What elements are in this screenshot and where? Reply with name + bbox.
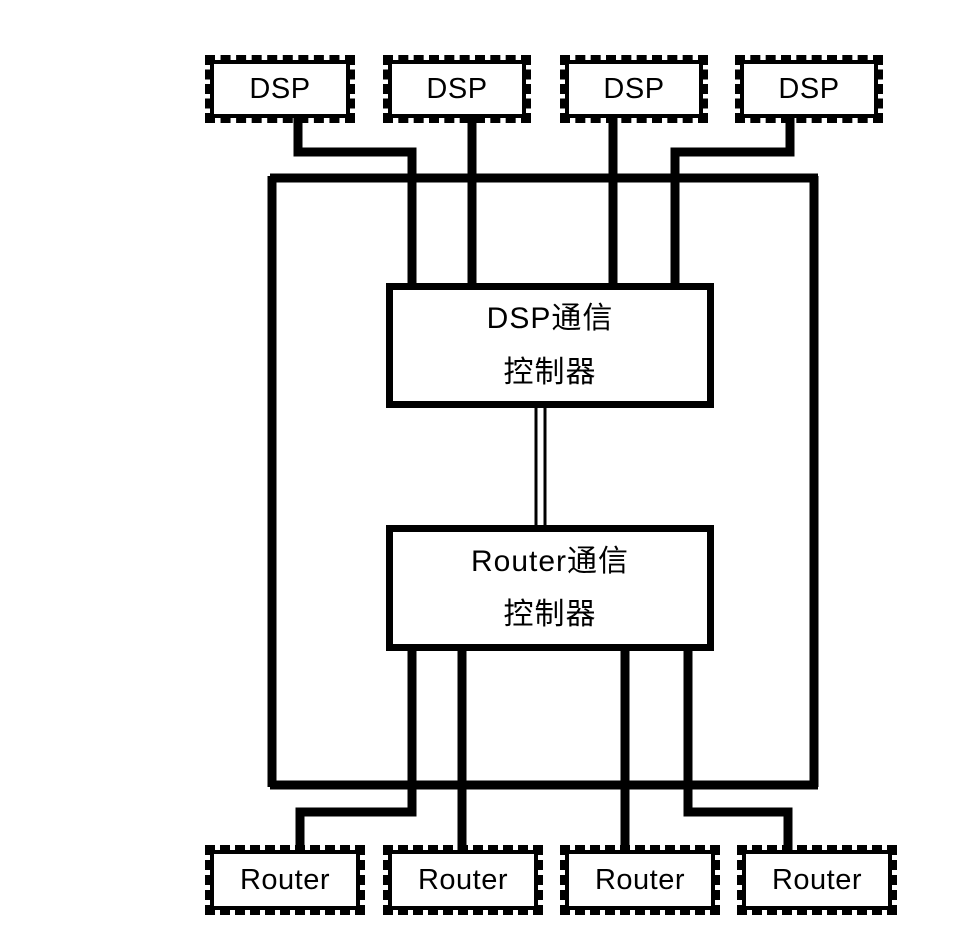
router-communication-controller[interactable]: Router通信 控制器 xyxy=(386,525,714,651)
dsp-communication-controller-line-1: DSP通信 xyxy=(486,302,614,335)
dsp-node-2[interactable]: DSP xyxy=(383,55,531,123)
link-router-controller-to-router4 xyxy=(683,651,793,850)
router-node-1[interactable]: Router xyxy=(205,845,365,915)
dsp-node-2-label: DSP xyxy=(423,74,491,104)
router-node-2[interactable]: Router xyxy=(383,845,543,915)
link-dsp4-to-dsp-controller xyxy=(670,118,795,283)
block-diagram: DSP DSP DSP DSP DSP通信 控制器 Router通信 控制器 R… xyxy=(0,0,964,936)
dsp-communication-controller[interactable]: DSP通信 控制器 xyxy=(386,283,714,408)
router-node-3[interactable]: Router xyxy=(560,845,720,915)
router-node-4[interactable]: Router xyxy=(737,845,897,915)
router-node-3-label: Router xyxy=(591,865,689,895)
link-dsp1-to-dsp-controller xyxy=(293,118,417,283)
router-communication-controller-line-1: Router通信 xyxy=(470,544,630,578)
dsp-node-1[interactable]: DSP xyxy=(205,55,355,123)
router-communication-controller-line-2: 控制器 xyxy=(503,598,597,631)
dsp-node-4-label: DSP xyxy=(775,74,843,104)
router-node-4-label: Router xyxy=(768,865,866,895)
connection-lines-layer xyxy=(267,118,819,850)
dsp-node-4[interactable]: DSP xyxy=(735,55,883,123)
dsp-communication-controller-line-2: 控制器 xyxy=(503,355,597,389)
dsp-node-1-label: DSP xyxy=(246,74,314,104)
router-node-1-label: Router xyxy=(236,865,334,895)
dsp-node-3-label: DSP xyxy=(600,74,668,104)
router-node-2-label: Router xyxy=(414,865,512,895)
link-router-controller-to-router1 xyxy=(295,651,417,850)
dsp-node-3[interactable]: DSP xyxy=(560,55,708,123)
